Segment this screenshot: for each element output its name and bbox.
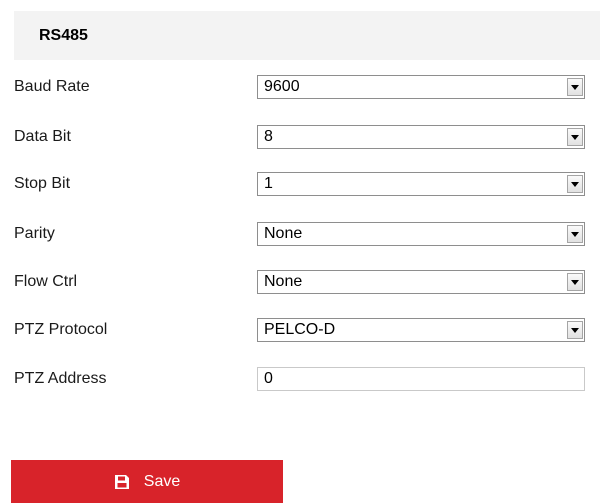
save-button[interactable]: Save: [11, 460, 283, 503]
dropdown-arrow-icon[interactable]: [567, 175, 583, 193]
dropdown-arrow-icon[interactable]: [567, 321, 583, 339]
parity-value: None: [264, 225, 303, 242]
data-bit-value: 8: [264, 128, 273, 145]
ptz-protocol-select[interactable]: PELCO-D: [257, 318, 585, 342]
parity-label: Parity: [14, 225, 55, 242]
section-title: RS485: [39, 26, 88, 44]
stop-bit-value: 1: [264, 175, 273, 192]
stop-bit-row: Stop Bit 1: [14, 172, 589, 196]
ptz-address-label: PTZ Address: [14, 370, 107, 387]
dropdown-arrow-icon[interactable]: [567, 225, 583, 243]
floppy-disk-icon: [114, 474, 130, 490]
data-bit-row: Data Bit 8: [14, 125, 589, 149]
data-bit-select[interactable]: 8: [257, 125, 585, 149]
dropdown-arrow-icon[interactable]: [567, 128, 583, 146]
flow-ctrl-label: Flow Ctrl: [14, 273, 78, 290]
ptz-protocol-label: PTZ Protocol: [14, 321, 108, 338]
ptz-address-value: 0: [264, 370, 273, 387]
flow-ctrl-row: Flow Ctrl None: [14, 270, 589, 294]
flow-ctrl-select[interactable]: None: [257, 270, 585, 294]
section-header: RS485: [14, 11, 600, 60]
parity-select[interactable]: None: [257, 222, 585, 246]
ptz-protocol-value: PELCO-D: [264, 321, 336, 338]
baud-rate-label: Baud Rate: [14, 78, 90, 95]
baud-rate-select[interactable]: 9600: [257, 75, 585, 99]
ptz-address-input[interactable]: 0: [257, 367, 585, 391]
baud-rate-row: Baud Rate 9600: [14, 75, 589, 99]
parity-row: Parity None: [14, 222, 589, 246]
flow-ctrl-value: None: [264, 273, 303, 290]
save-button-label: Save: [143, 472, 181, 490]
dropdown-arrow-icon[interactable]: [567, 273, 583, 291]
ptz-address-row: PTZ Address 0: [14, 367, 589, 391]
data-bit-label: Data Bit: [14, 128, 71, 145]
stop-bit-select[interactable]: 1: [257, 172, 585, 196]
stop-bit-label: Stop Bit: [14, 175, 71, 192]
ptz-protocol-row: PTZ Protocol PELCO-D: [14, 318, 589, 342]
baud-rate-value: 9600: [264, 78, 300, 95]
dropdown-arrow-icon[interactable]: [567, 78, 583, 96]
